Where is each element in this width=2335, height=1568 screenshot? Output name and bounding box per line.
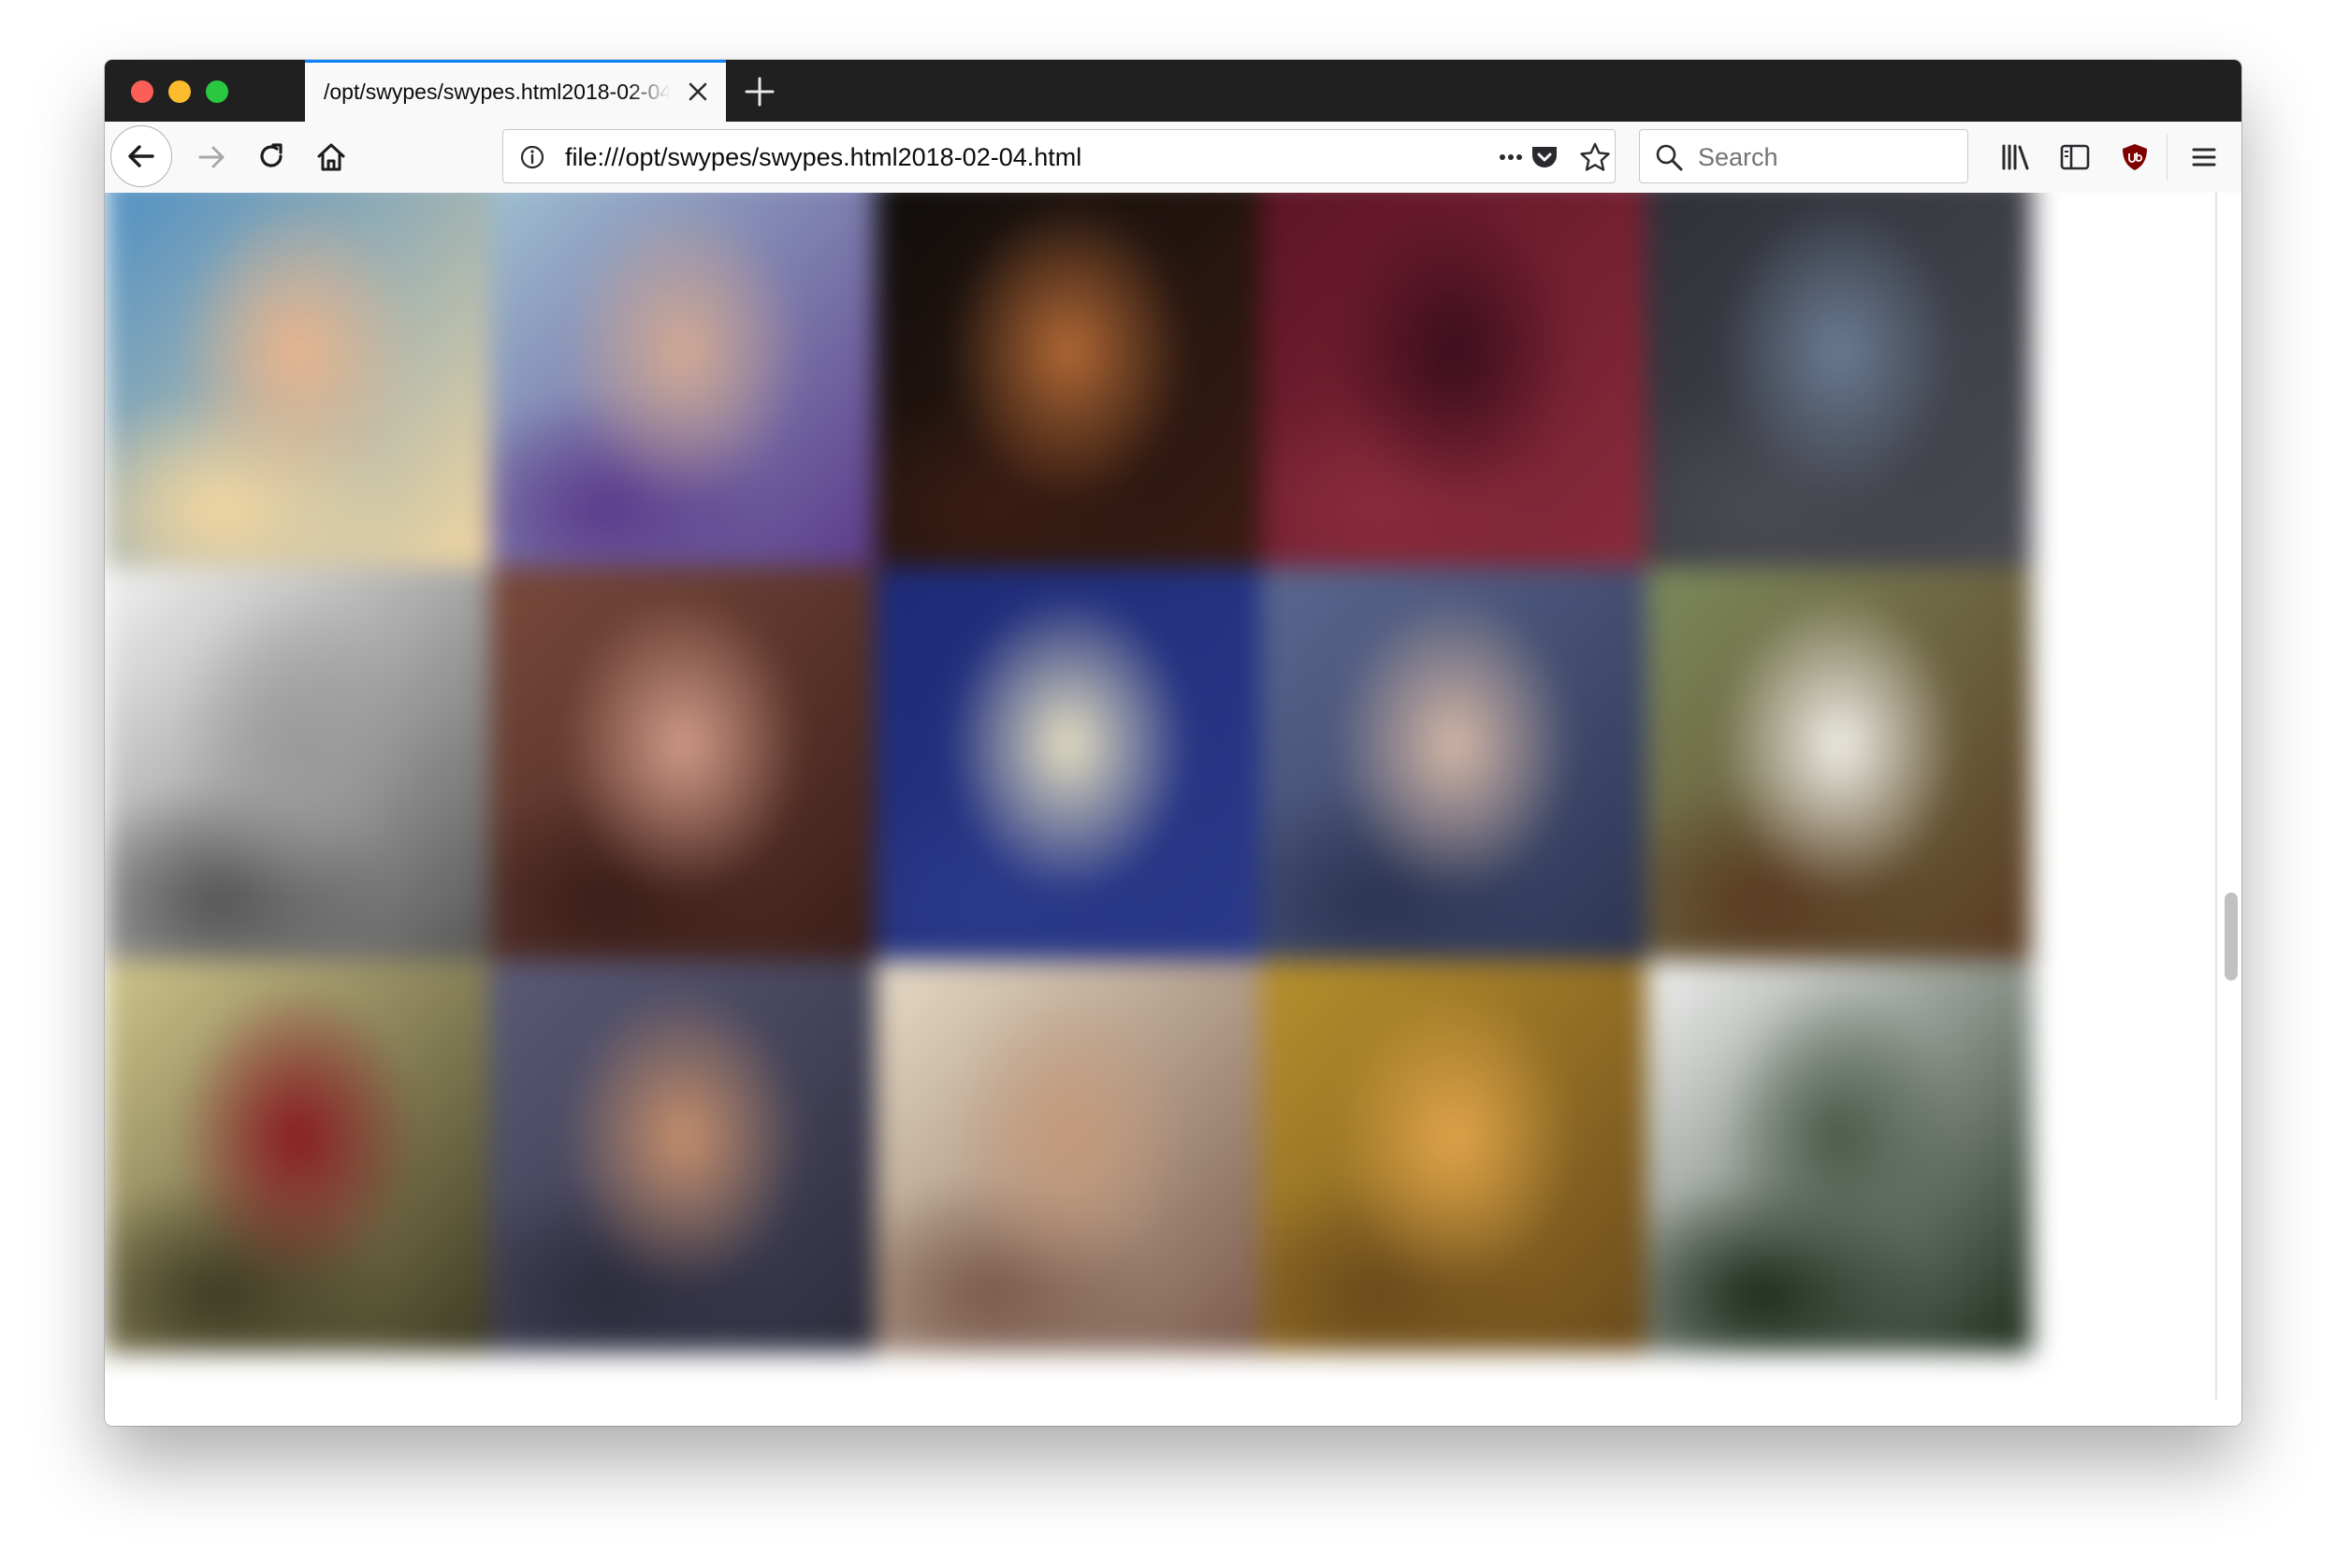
image-tile[interactable] — [105, 193, 490, 567]
library-button[interactable] — [1991, 133, 2039, 181]
back-button[interactable] — [110, 125, 172, 187]
image-tile[interactable] — [1646, 567, 2032, 960]
image-tile[interactable] — [105, 567, 490, 960]
search-placeholder: Search — [1698, 143, 1778, 171]
image-tile[interactable] — [876, 960, 1261, 1353]
reload-icon — [254, 140, 288, 174]
forward-button[interactable] — [187, 133, 236, 181]
window-zoom-button[interactable] — [206, 80, 228, 103]
image-tile[interactable] — [1261, 567, 1646, 960]
library-icon — [1998, 140, 2032, 174]
scrollbar-thumb[interactable] — [2225, 893, 2238, 980]
tab-title: /opt/swypes/swypes.html2018-02-04.html — [324, 80, 670, 104]
browser-window: /opt/swypes/swypes.html2018-02-04.html — [105, 60, 2241, 1426]
plus-icon — [741, 73, 778, 110]
image-tile[interactable] — [1261, 960, 1646, 1353]
url-text[interactable]: file:///opt/swypes/swypes.html2018-02-04… — [565, 143, 1081, 172]
search-bar[interactable]: Search — [1639, 129, 1968, 183]
arrow-left-icon — [124, 139, 158, 173]
info-icon[interactable] — [516, 141, 548, 173]
more-dots-icon[interactable] — [1495, 141, 1527, 173]
new-tab-button[interactable] — [741, 73, 778, 110]
home-icon — [314, 140, 348, 174]
toolbar-separator — [2167, 135, 2168, 180]
window-minimize-button[interactable] — [168, 80, 191, 103]
bookmark-star-icon[interactable] — [1579, 141, 1611, 173]
hamburger-menu-icon — [2189, 142, 2219, 172]
navigation-toolbar: file:///opt/swypes/swypes.html2018-02-04… — [105, 122, 2241, 194]
menu-button[interactable] — [2180, 133, 2228, 181]
arrow-right-icon — [195, 140, 228, 174]
pocket-icon[interactable] — [1529, 141, 1560, 173]
sidebar-icon — [2058, 140, 2092, 174]
image-tile[interactable] — [490, 960, 876, 1353]
scrollbar-track[interactable] — [2215, 193, 2217, 1400]
image-tile[interactable] — [876, 193, 1261, 567]
reload-button[interactable] — [247, 133, 296, 181]
image-grid — [105, 193, 2032, 1418]
image-tile[interactable] — [490, 567, 876, 960]
url-bar[interactable]: file:///opt/swypes/swypes.html2018-02-04… — [502, 129, 1616, 183]
close-icon[interactable] — [687, 80, 709, 103]
image-tile[interactable] — [105, 960, 490, 1353]
home-button[interactable] — [307, 133, 355, 181]
image-tile[interactable] — [1646, 193, 2032, 567]
image-tile[interactable] — [1261, 193, 1646, 567]
image-tile[interactable] — [490, 193, 876, 567]
tab-active[interactable]: /opt/swypes/swypes.html2018-02-04.html — [305, 60, 726, 122]
page-content — [105, 193, 2241, 1426]
window-close-button[interactable] — [131, 80, 153, 103]
sidebar-button[interactable] — [2051, 133, 2099, 181]
search-icon — [1653, 141, 1685, 173]
tab-strip: /opt/swypes/swypes.html2018-02-04.html — [105, 60, 2241, 122]
image-tile[interactable] — [1646, 960, 2032, 1353]
ublock-button[interactable] — [2110, 133, 2159, 181]
ublock-icon — [2119, 141, 2151, 173]
image-tile[interactable] — [876, 567, 1261, 960]
